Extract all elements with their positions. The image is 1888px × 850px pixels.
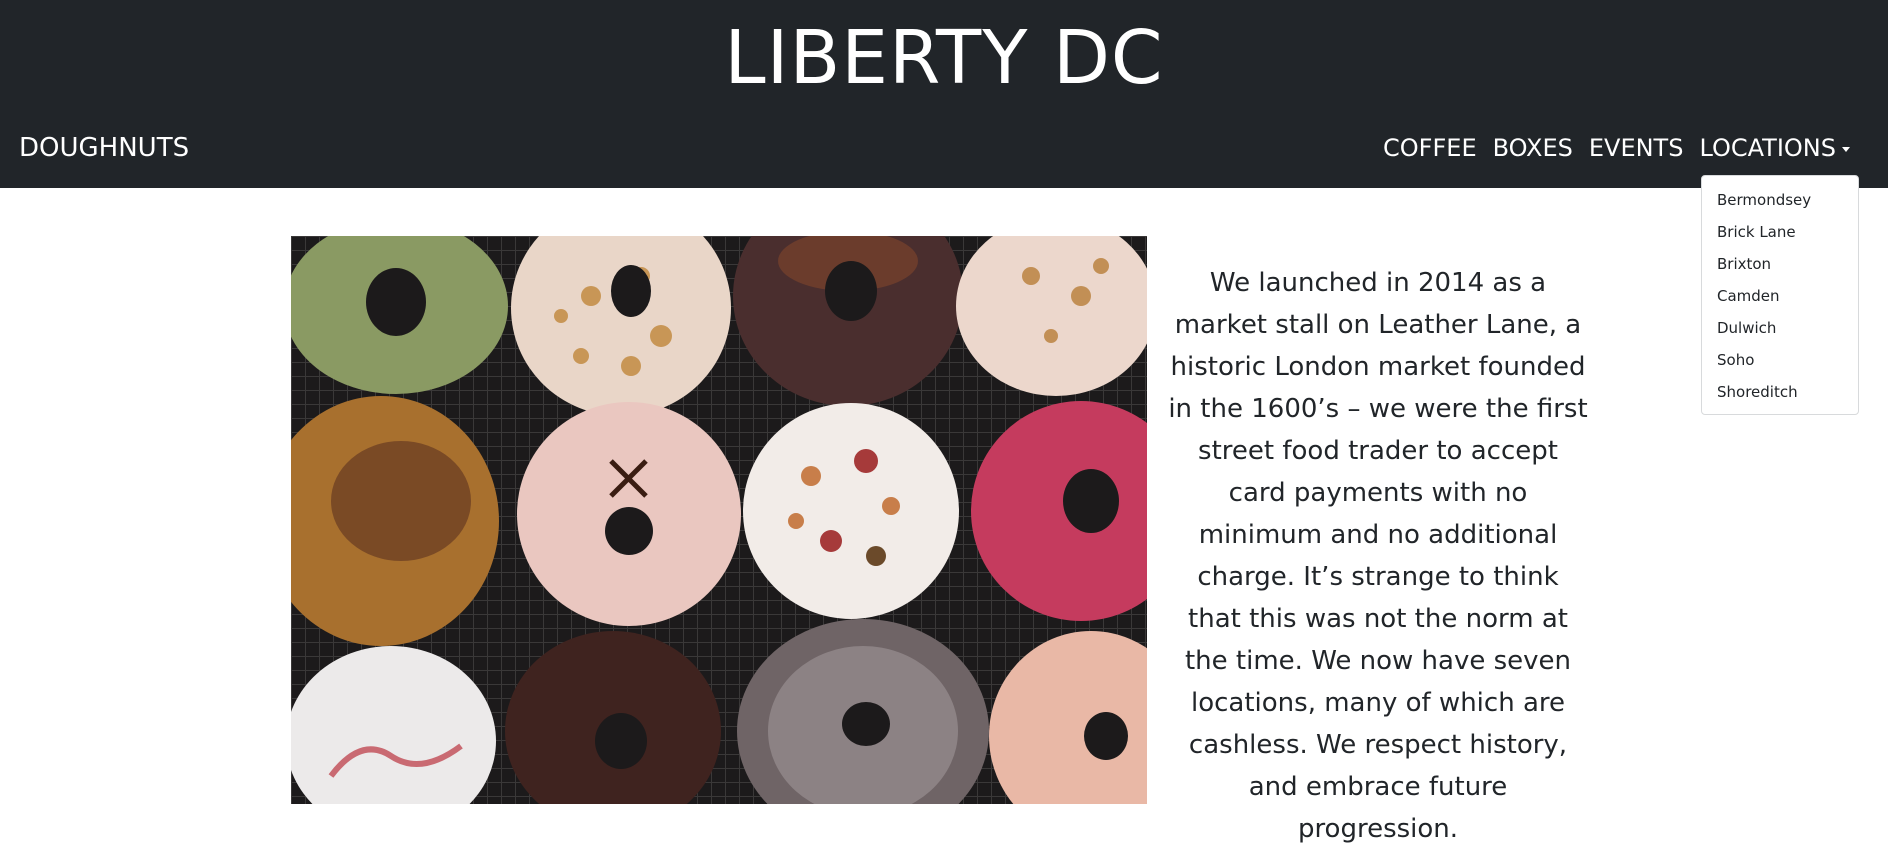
location-bermondsey[interactable]: Bermondsey — [1702, 184, 1858, 216]
doughnuts-photo — [291, 236, 1147, 804]
location-camden[interactable]: Camden — [1702, 280, 1858, 312]
about-paragraph: We launched in 2014 as a market stall on… — [1168, 268, 1588, 844]
caret-down-icon — [1842, 146, 1850, 152]
locations-dropdown-menu: Bermondsey Brick Lane Brixton Camden Dul… — [1701, 175, 1859, 415]
doughnut-fruit-topped — [743, 403, 959, 619]
site-header: LIBERTY DC DOUGHNUTS COFFEE BOXES EVENTS… — [0, 0, 1888, 188]
nav-locations-label: LOCATIONS — [1699, 134, 1836, 162]
nav-doughnuts[interactable]: DOUGHNUTS — [19, 128, 189, 168]
site-title: LIBERTY DC — [724, 15, 1164, 101]
doughnut-pink-glazed — [517, 402, 741, 626]
nav-events[interactable]: EVENTS — [1589, 128, 1684, 168]
location-soho[interactable]: Soho — [1702, 344, 1858, 376]
location-dulwich[interactable]: Dulwich — [1702, 312, 1858, 344]
nav-locations-dropdown-toggle[interactable]: LOCATIONS — [1699, 128, 1850, 168]
location-shoreditch[interactable]: Shoreditch — [1702, 376, 1858, 408]
location-brixton[interactable]: Brixton — [1702, 248, 1858, 280]
nav-coffee[interactable]: COFFEE — [1383, 128, 1477, 168]
doughnuts-illustration — [291, 236, 1147, 804]
main-nav: COFFEE BOXES EVENTS LOCATIONS — [1383, 128, 1850, 168]
location-brick-lane[interactable]: Brick Lane — [1702, 216, 1858, 248]
nav-boxes[interactable]: BOXES — [1493, 128, 1573, 168]
